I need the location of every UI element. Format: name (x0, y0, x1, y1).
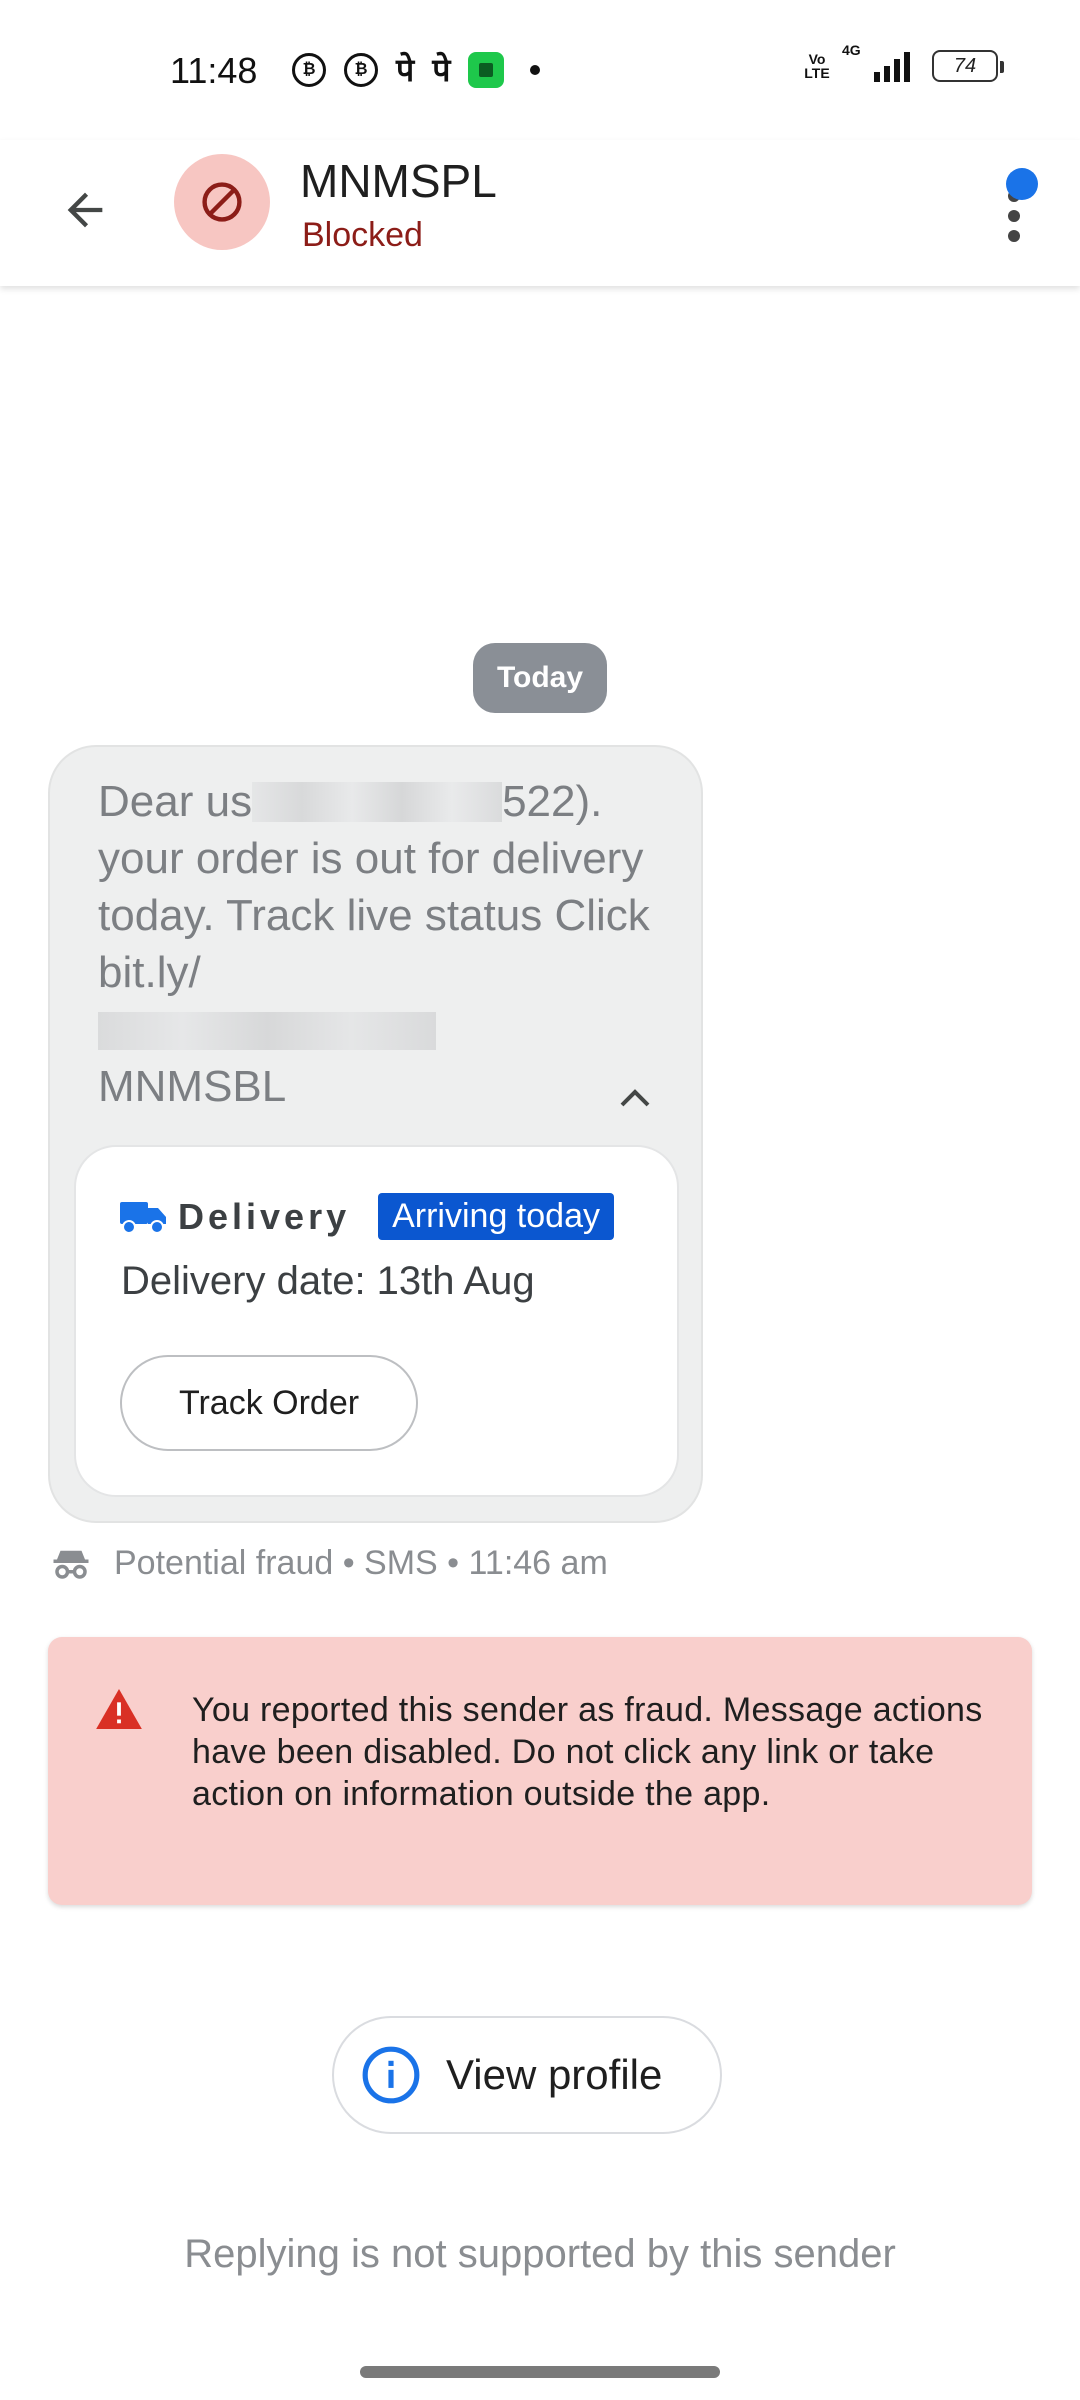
message-text: Dear us 522). your order is out for deliv… (98, 777, 650, 997)
info-icon (362, 2046, 420, 2104)
sender-status: Blocked (302, 216, 423, 254)
battery-level: 74 (953, 54, 977, 77)
status-bar: 11:48 ₿ ₿ पे पे Vo LTE 4G 74 (0, 0, 1080, 140)
view-profile-button[interactable]: View profile (332, 2016, 722, 2134)
volte-icon: Vo LTE (804, 51, 830, 81)
delivery-title: Delivery (178, 1195, 351, 1237)
coin-icon: ₿ (344, 53, 378, 87)
spy-icon (53, 1550, 89, 1579)
sender-name[interactable]: MNMSPL (300, 154, 497, 208)
message-bubble[interactable]: Dear us 522). your order is out for deliv… (48, 745, 703, 1523)
redacted-area (252, 782, 503, 822)
status-time: 11:48 (170, 50, 258, 91)
conversation-header: MNMSPL Blocked (0, 140, 1080, 286)
pe-notification-icon: पे (396, 52, 415, 88)
system-icons: Vo LTE 4G 74 (804, 42, 1004, 82)
coin-icon: ₿ (292, 53, 326, 87)
block-icon (202, 182, 242, 222)
fraud-warning-text: You reported this sender as fraud. Messa… (192, 1691, 983, 1813)
chevron-up-icon (620, 1089, 650, 1107)
network-type: 4G (842, 42, 861, 58)
home-indicator[interactable] (360, 2366, 720, 2378)
signal-icon: 4G (842, 42, 910, 82)
arriving-badge: Arriving today (378, 1193, 614, 1240)
message-meta-text: Potential fraud • SMS • 11:46 am (114, 1543, 608, 1582)
pe-notification-icon: पे (432, 52, 451, 88)
view-profile-label: View profile (446, 2051, 663, 2098)
notification-badge (1006, 168, 1038, 200)
reply-not-supported-note: Replying is not supported by this sender (184, 2232, 896, 2276)
collapse-button[interactable] (610, 1077, 660, 1117)
truck-icon (120, 1201, 166, 1234)
notification-icons: ₿ ₿ पे पे (292, 52, 541, 88)
track-order-button[interactable]: Track Order (120, 1355, 418, 1451)
app-notification-icon (468, 52, 505, 88)
message-meta: Potential fraud • SMS • 11:46 am (50, 1542, 608, 1584)
battery-icon: 74 (932, 50, 1004, 82)
warning-icon (96, 1689, 142, 1729)
fraud-warning-banner: You reported this sender as fraud. Messa… (48, 1637, 1032, 1905)
back-arrow-icon (67, 192, 103, 228)
redacted-link (98, 1012, 436, 1050)
delivery-card-header: Delivery Arriving today (120, 1193, 614, 1240)
more-notifications-dot-icon (530, 65, 541, 75)
date-chip: Today (473, 643, 607, 713)
avatar[interactable] (174, 154, 270, 250)
delivery-card: Delivery Arriving today Delivery date: 1… (74, 1145, 679, 1497)
back-button[interactable] (50, 175, 120, 245)
message-sender-code: MNMSBL (98, 1062, 287, 1111)
delivery-date: Delivery date: 13th Aug (121, 1259, 535, 1303)
